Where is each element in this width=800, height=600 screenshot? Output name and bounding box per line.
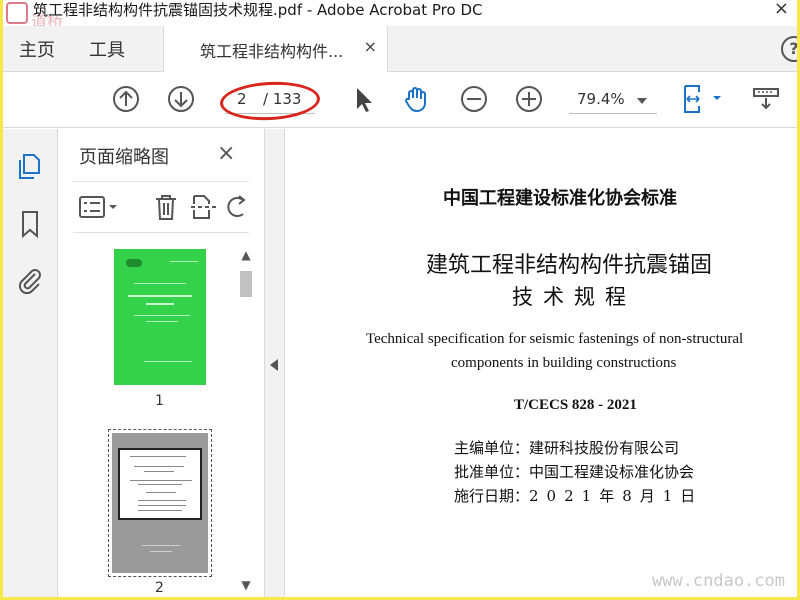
tab-close-icon[interactable]: × [364, 37, 377, 56]
scrollbar-thumb[interactable] [240, 271, 252, 297]
thumbnail-label-1: 1 [155, 393, 164, 409]
document-standard-code: T/CECS 828 - 2021 [514, 397, 637, 413]
attachment-icon[interactable] [15, 265, 45, 295]
panel-toolbar [73, 181, 249, 233]
page-thumbnail-1[interactable] [114, 249, 206, 385]
next-page-icon[interactable] [166, 84, 196, 114]
window-close-button[interactable]: × [774, 0, 789, 19]
scroll-down-icon[interactable]: ▼ [240, 579, 252, 591]
document-title-line2: 技术规程 [512, 285, 636, 309]
collapse-arrow-icon [270, 359, 278, 371]
delete-page-icon[interactable] [151, 192, 181, 222]
scroll-mode-icon[interactable] [751, 84, 781, 114]
previous-page-icon[interactable] [111, 84, 141, 114]
approver-label: 批准单位： [454, 463, 530, 481]
title-bar: 道桥网 筑工程非结构构件抗震锚固技术规程.pdf - Adobe Acrobat… [3, 0, 797, 55]
document-editor-row: 主编单位：建研科技股份有限公司 [454, 437, 679, 458]
panel-close-icon[interactable]: × [217, 141, 235, 166]
acrobat-window: 道桥网 筑工程非结构构件抗震锚固技术规程.pdf - Adobe Acrobat… [3, 0, 797, 597]
red-annotation-ellipse [219, 79, 321, 123]
thumbnail-image-2 [112, 433, 208, 573]
window-title: 筑工程非结构构件抗震锚固技术规程.pdf - Adobe Acrobat Pro… [33, 1, 483, 19]
editor-label: 主编单位： [454, 439, 530, 457]
page-thumbnails-panel: 页面缩略图 × 1 2 ▲ ▼ [59, 129, 265, 597]
scroll-up-icon[interactable]: ▲ [240, 249, 252, 261]
thumb-cover-frame [118, 448, 202, 520]
tab-home[interactable]: 主页 [19, 36, 55, 62]
bookmark-icon[interactable] [15, 209, 45, 239]
tab-bar: 主页 工具 筑工程非结构构件... × ? [3, 26, 797, 72]
navigation-rail [3, 129, 58, 597]
zoom-in-icon[interactable] [514, 84, 544, 114]
thumb-logo-icon [126, 259, 142, 267]
toolbar: 2 / 133 79.4% [3, 72, 797, 128]
effective-date-value: 2021年8月1日 [529, 487, 704, 505]
document-approver-row: 批准单位：中国工程建设标准化协会 [454, 461, 694, 482]
effective-date-label: 施行日期： [454, 487, 530, 505]
panel-title: 页面缩略图 [79, 147, 169, 168]
document-org: 中国工程建设标准化协会标准 [443, 188, 677, 209]
zoom-out-icon[interactable] [459, 84, 489, 114]
rotate-page-icon[interactable] [225, 192, 249, 222]
chevron-down-icon [637, 98, 647, 104]
hand-tool-icon[interactable] [401, 84, 431, 114]
tab-document-label: 筑工程非结构构件... [200, 42, 344, 61]
page-thumbnails-icon[interactable] [15, 151, 45, 181]
editor-value: 建研科技股份有限公司 [529, 439, 680, 457]
page-thumbnail-2[interactable] [108, 429, 212, 577]
page-number-field[interactable]: 2 / 133 [219, 79, 321, 123]
document-effective-date-row: 施行日期：2021年8月1日 [454, 485, 703, 506]
zoom-level-select[interactable]: 79.4% [569, 86, 657, 114]
tab-document[interactable]: 筑工程非结构构件... × [163, 26, 388, 72]
thumbnail-options-icon[interactable] [77, 192, 121, 222]
document-title-line1: 建筑工程非结构构件抗震锚固 [426, 253, 713, 278]
help-icon[interactable]: ? [781, 36, 797, 62]
extract-page-icon[interactable] [189, 192, 219, 222]
thumbnails-scrollbar[interactable]: ▲ ▼ [237, 245, 255, 593]
site-watermark: www.cndao.com [651, 571, 785, 591]
select-cursor-icon[interactable] [348, 84, 378, 114]
fit-page-width-icon[interactable] [681, 84, 725, 114]
logo-mark-icon [6, 2, 28, 24]
document-english-title-line1: Technical specification for seismic fast… [366, 331, 744, 347]
zoom-level-value: 79.4% [577, 90, 625, 108]
panel-collapse-handle[interactable] [265, 129, 285, 597]
thumbnail-label-2: 2 [155, 580, 164, 596]
document-page: 中国工程建设标准化协会标准 建筑工程非结构构件抗震锚固 技术规程 Technic… [286, 129, 797, 597]
tab-tools[interactable]: 工具 [89, 36, 125, 62]
document-english-title-line2: components in building constructions [451, 355, 677, 371]
approver-value: 中国工程建设标准化协会 [529, 463, 695, 481]
